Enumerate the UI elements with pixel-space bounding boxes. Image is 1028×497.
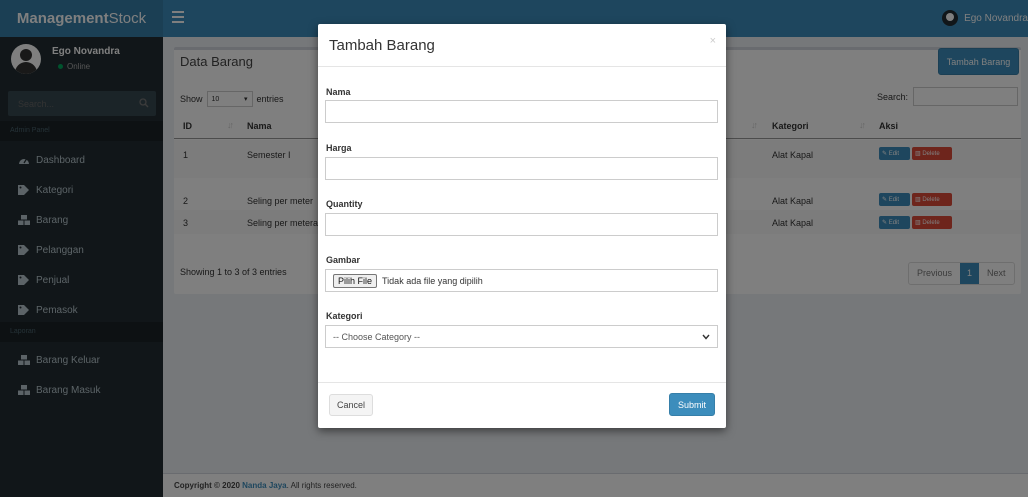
gambar-file-input[interactable]: Pilih File Tidak ada file yang dipilih — [325, 269, 718, 292]
app: ManagementStock Ego Novandra Ego Novandr… — [0, 0, 1028, 497]
modal-header-divider — [318, 66, 726, 67]
choose-file-button[interactable]: Pilih File — [333, 273, 378, 288]
gambar-label: Gambar — [326, 255, 361, 265]
quantity-input[interactable] — [325, 213, 718, 236]
harga-label: Harga — [326, 143, 352, 153]
modal-title: Tambah Barang — [329, 37, 435, 54]
quantity-label: Quantity — [326, 199, 363, 209]
cancel-button[interactable]: Cancel — [329, 394, 373, 416]
chevron-down-icon — [702, 334, 710, 340]
modal-footer-divider — [318, 382, 726, 383]
close-icon[interactable]: × — [710, 35, 716, 47]
harga-input[interactable] — [325, 157, 718, 180]
tambah-barang-modal: Tambah Barang × Nama Harga Quantity Gamb… — [318, 24, 726, 428]
kategori-select[interactable]: -- Choose Category -- — [325, 325, 718, 348]
file-status-text: Tidak ada file yang dipilih — [382, 275, 483, 286]
nama-label: Nama — [326, 87, 351, 97]
submit-button[interactable]: Submit — [669, 393, 715, 416]
kategori-label: Kategori — [326, 311, 363, 321]
kategori-select-value: -- Choose Category -- — [333, 331, 421, 342]
nama-input[interactable] — [325, 100, 718, 123]
